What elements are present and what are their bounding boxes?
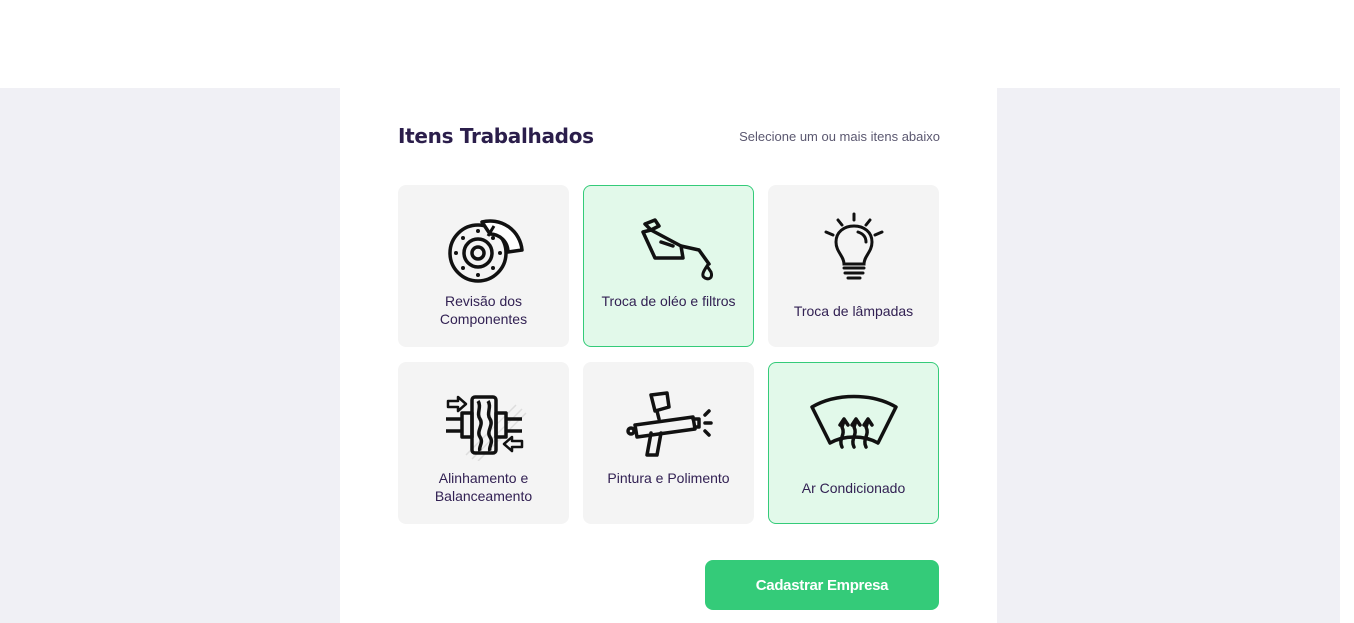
section-hint: Selecione um ou mais itens abaixo	[739, 129, 940, 144]
items-grid: Revisão dos Componentes Troca de oléo e …	[398, 185, 939, 524]
item-revisao-componentes[interactable]: Revisão dos Componentes	[398, 185, 569, 347]
item-label: Pintura e Polimento	[607, 470, 730, 486]
wheel-alignment-icon	[445, 395, 527, 461]
item-label: Revisão dos Componentes	[439, 293, 528, 327]
form-card: Itens Trabalhados Selecione um ou mais i…	[340, 88, 997, 623]
brake-disc-icon	[447, 219, 524, 283]
item-troca-oleo[interactable]: Troca de oléo e filtros	[583, 185, 754, 347]
item-label: Ar Condicionado	[801, 480, 906, 496]
item-label: Alinhamento e Balanceamento	[434, 470, 533, 504]
register-company-button[interactable]: Cadastrar Empresa	[705, 560, 939, 610]
item-alinhamento[interactable]: Alinhamento e Balanceamento	[398, 362, 569, 524]
item-pintura[interactable]: Pintura e Polimento	[583, 362, 754, 524]
item-label: Troca de oléo e filtros	[601, 293, 736, 309]
section-title: Itens Trabalhados	[398, 124, 594, 148]
item-ar-condicionado[interactable]: Ar Condicionado	[768, 362, 939, 524]
spray-gun-icon	[625, 391, 713, 457]
light-bulb-icon	[824, 212, 883, 280]
oil-can-icon	[640, 218, 713, 281]
windshield-defrost-icon	[809, 394, 898, 449]
item-label: Troca de lâmpadas	[793, 303, 914, 319]
item-troca-lampadas[interactable]: Troca de lâmpadas	[768, 185, 939, 347]
